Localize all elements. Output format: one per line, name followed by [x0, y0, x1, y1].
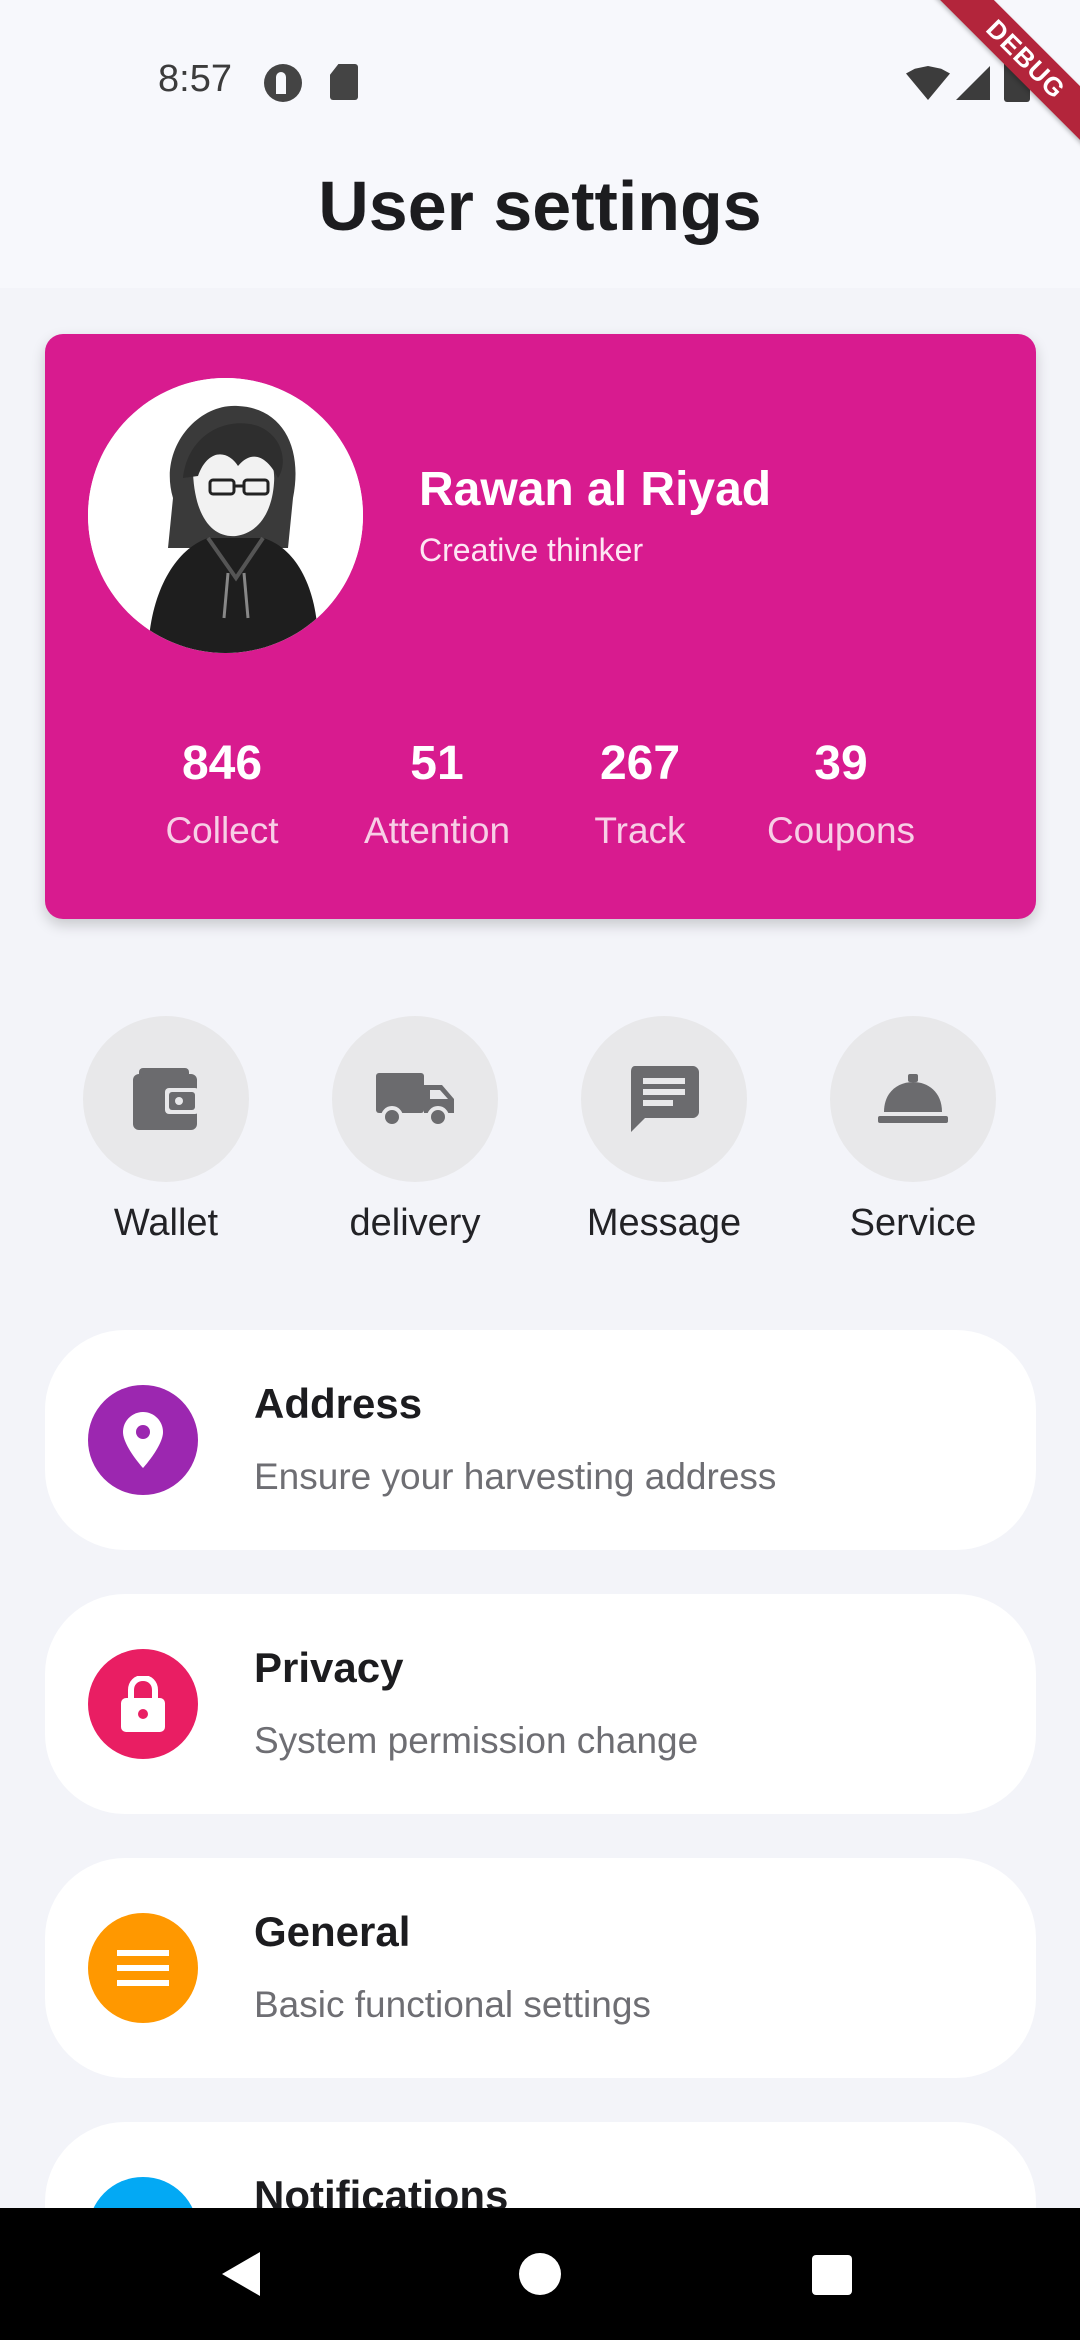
stat-label: Collect: [165, 810, 279, 851]
stat-value: 51: [410, 737, 464, 790]
quick-action-service[interactable]: Service: [793, 1016, 1033, 1245]
quick-action-delivery[interactable]: delivery: [295, 1016, 535, 1245]
screen: 8:57 User settings DEBUG Rawan al Riyad …: [0, 0, 1080, 2340]
quick-action-label: Wallet: [113, 1202, 219, 1244]
home-icon[interactable]: [519, 2253, 561, 2295]
status-bar: 8:57: [0, 0, 1080, 160]
service-bell-icon: [878, 1074, 948, 1123]
quick-actions: Wallet delivery Message Service: [0, 1016, 1080, 1256]
settings-item-general[interactable]: General Basic functional settings: [45, 1858, 1036, 2078]
stat-label: Attention: [363, 810, 511, 851]
page-title: User settings: [318, 167, 762, 245]
settings-icon-general: [88, 1913, 198, 2023]
quick-action-wallet[interactable]: Wallet: [46, 1016, 286, 1245]
stat-label: Coupons: [766, 810, 916, 851]
profile-tagline: Creative thinker: [419, 532, 644, 568]
stat-value: 267: [599, 737, 681, 790]
recents-icon[interactable]: [812, 2255, 852, 2295]
quick-action-message[interactable]: Message: [544, 1016, 784, 1245]
quick-action-label: Service: [849, 1202, 977, 1244]
quick-action-label: Message: [586, 1202, 742, 1244]
status-time: 8:57: [158, 58, 232, 100]
avatar-illustration: [88, 378, 363, 653]
stat-collect[interactable]: 846 Collect: [122, 734, 322, 852]
settings-title: Address: [254, 1380, 423, 1427]
stat-track[interactable]: 267 Track: [540, 734, 740, 852]
wallet-icon: [133, 1068, 199, 1130]
wallet-button[interactable]: [83, 1016, 249, 1182]
profile-stats: 846 Collect 51 Attention 267 Track 39 Co…: [45, 734, 1036, 874]
quick-action-label: delivery: [349, 1202, 481, 1244]
sd-card-icon: [330, 64, 358, 100]
stat-value: 39: [814, 737, 868, 790]
settings-subtitle: Ensure your harvesting address: [254, 1456, 777, 1497]
stat-coupons[interactable]: 39 Coupons: [741, 734, 941, 852]
r-app-icon: [264, 64, 302, 102]
service-button[interactable]: [830, 1016, 996, 1182]
location-pin-icon: [123, 1412, 163, 1468]
settings-icon-address: [88, 1385, 198, 1495]
settings-title: General: [254, 1908, 411, 1955]
signal-icon: [956, 66, 990, 100]
message-button[interactable]: [581, 1016, 747, 1182]
settings-subtitle: Basic functional settings: [254, 1984, 651, 2025]
settings-item-privacy[interactable]: Privacy System permission change: [45, 1594, 1036, 1814]
message-icon: [631, 1066, 699, 1132]
app-bar: 8:57 User settings: [0, 0, 1080, 288]
wifi-icon: [906, 66, 950, 100]
truck-icon: [376, 1073, 454, 1128]
delivery-button[interactable]: [332, 1016, 498, 1182]
stat-value: 846: [181, 737, 263, 790]
avatar[interactable]: [88, 378, 363, 653]
settings-subtitle: System permission change: [254, 1720, 699, 1761]
settings-icon-privacy: [88, 1649, 198, 1759]
system-navigation-bar: [0, 2208, 1080, 2340]
menu-icon: [117, 1950, 169, 1986]
stat-attention[interactable]: 51 Attention: [337, 734, 537, 852]
settings-item-address[interactable]: Address Ensure your harvesting address: [45, 1330, 1036, 1550]
stat-label: Track: [594, 810, 686, 851]
profile-name: Rawan al Riyad: [419, 463, 772, 516]
settings-title: Privacy: [254, 1644, 404, 1691]
lock-icon: [121, 1676, 165, 1732]
profile-card[interactable]: Rawan al Riyad Creative thinker 846 Coll…: [45, 334, 1036, 919]
back-icon[interactable]: [222, 2252, 260, 2296]
